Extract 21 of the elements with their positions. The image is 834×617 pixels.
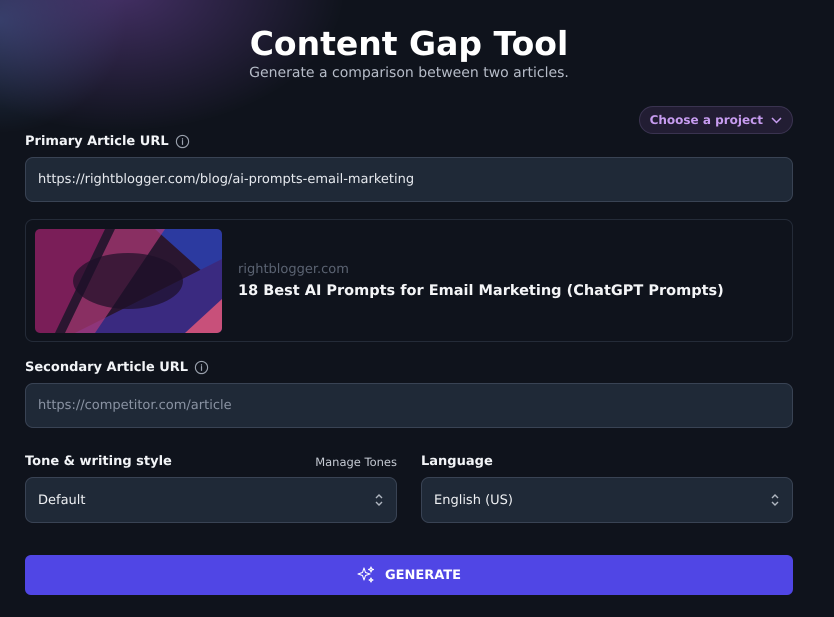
sparkles-icon (356, 566, 375, 584)
secondary-url-field[interactable]: https://competitor.com/article (25, 383, 793, 428)
field-label: Secondary Article URL (25, 360, 188, 375)
info-icon[interactable] (194, 360, 210, 375)
chevron-updown-icon (374, 493, 384, 507)
primary-url-field[interactable]: https://rightblogger.com/blog/ai-prompts-email-marketing (25, 157, 793, 202)
field-label: Primary Article URL (25, 134, 169, 149)
page-title: Content Gap Tool (250, 24, 568, 63)
tone-select[interactable]: Default (25, 477, 397, 523)
language-select[interactable]: English (US) (421, 477, 793, 523)
info-icon[interactable] (174, 134, 190, 149)
chevron-updown-icon (770, 493, 780, 507)
article-domain: rightblogger.com (238, 262, 350, 277)
page-subtitle: Generate a comparison between two articles. (249, 65, 569, 81)
field-label: Language (421, 454, 493, 469)
manage-tones-link[interactable]: Manage Tones (315, 454, 397, 468)
project-dropdown[interactable]: Choose a project (638, 106, 793, 134)
field-label: Tone & writing style (25, 454, 172, 469)
article-title: 18 Best AI Prompts for Email Marketing (ChatGPT Prompts) (238, 283, 724, 299)
chevron-down-icon (771, 116, 782, 124)
generate-button[interactable]: GENERATE (25, 555, 793, 595)
